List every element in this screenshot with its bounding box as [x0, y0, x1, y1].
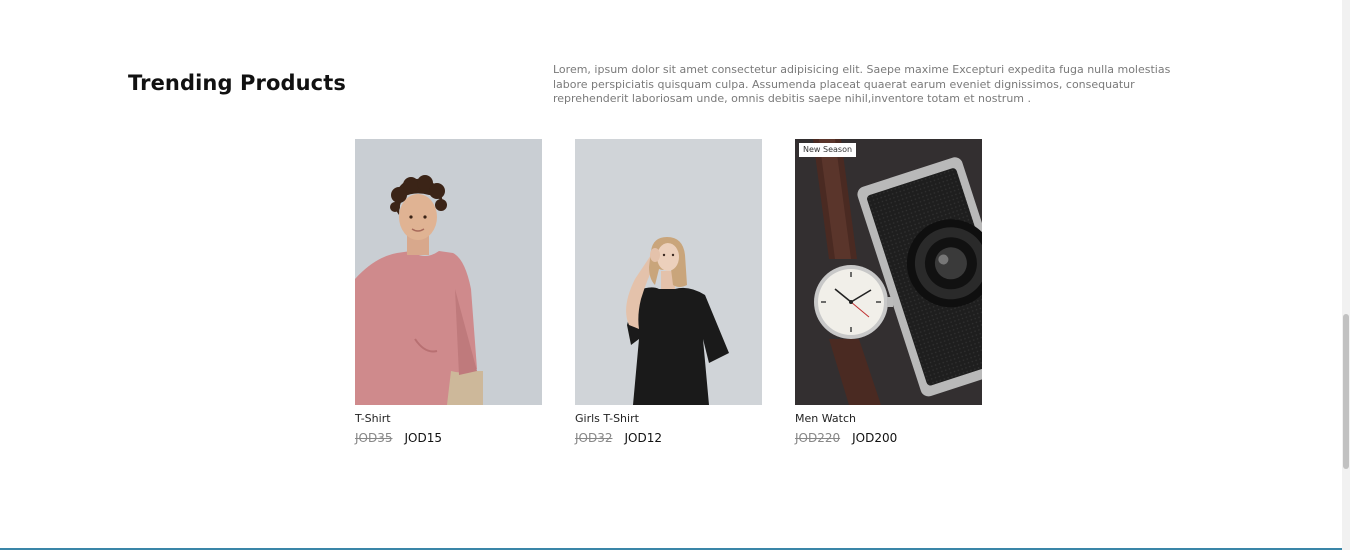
section-title: Trending Products: [128, 71, 346, 95]
page: Trending Products Lorem, ipsum dolor sit…: [0, 0, 1350, 550]
product-name[interactable]: Men Watch: [795, 412, 982, 425]
product-prices: JOD220 JOD200: [795, 431, 982, 445]
current-price: JOD15: [404, 431, 443, 445]
product-card[interactable]: New Season Men Watch JOD220 JOD200: [795, 139, 982, 445]
product-name[interactable]: T-Shirt: [355, 412, 542, 425]
product-card[interactable]: T-Shirt JOD35 JOD15: [355, 139, 542, 445]
man-pink-tshirt-photo: [355, 139, 542, 405]
product-prices: JOD35 JOD15: [355, 431, 542, 445]
product-name[interactable]: Girls T-Shirt: [575, 412, 762, 425]
old-price: JOD220: [795, 431, 841, 445]
product-prices: JOD32 JOD12: [575, 431, 762, 445]
old-price: JOD32: [575, 431, 613, 445]
new-season-badge: New Season: [799, 143, 857, 157]
current-price: JOD12: [624, 431, 663, 445]
watch-and-camera-photo: [795, 139, 982, 405]
current-price: JOD200: [852, 431, 898, 445]
woman-black-tshirt-photo: [575, 139, 762, 405]
product-image-woman-black-tshirt[interactable]: [575, 139, 762, 405]
product-image-man-pink-tshirt[interactable]: [355, 139, 542, 405]
section-description: Lorem, ipsum dolor sit amet consectetur …: [553, 63, 1171, 105]
product-card[interactable]: Girls T-Shirt JOD32 JOD12: [575, 139, 762, 445]
old-price: JOD35: [355, 431, 393, 445]
vertical-scrollbar[interactable]: [1342, 0, 1350, 550]
product-image-watch-camera[interactable]: New Season: [795, 139, 982, 405]
scrollbar-thumb[interactable]: [1343, 314, 1349, 469]
product-grid: T-Shirt JOD35 JOD15 Girls T-Shirt JOD32 …: [355, 139, 982, 445]
